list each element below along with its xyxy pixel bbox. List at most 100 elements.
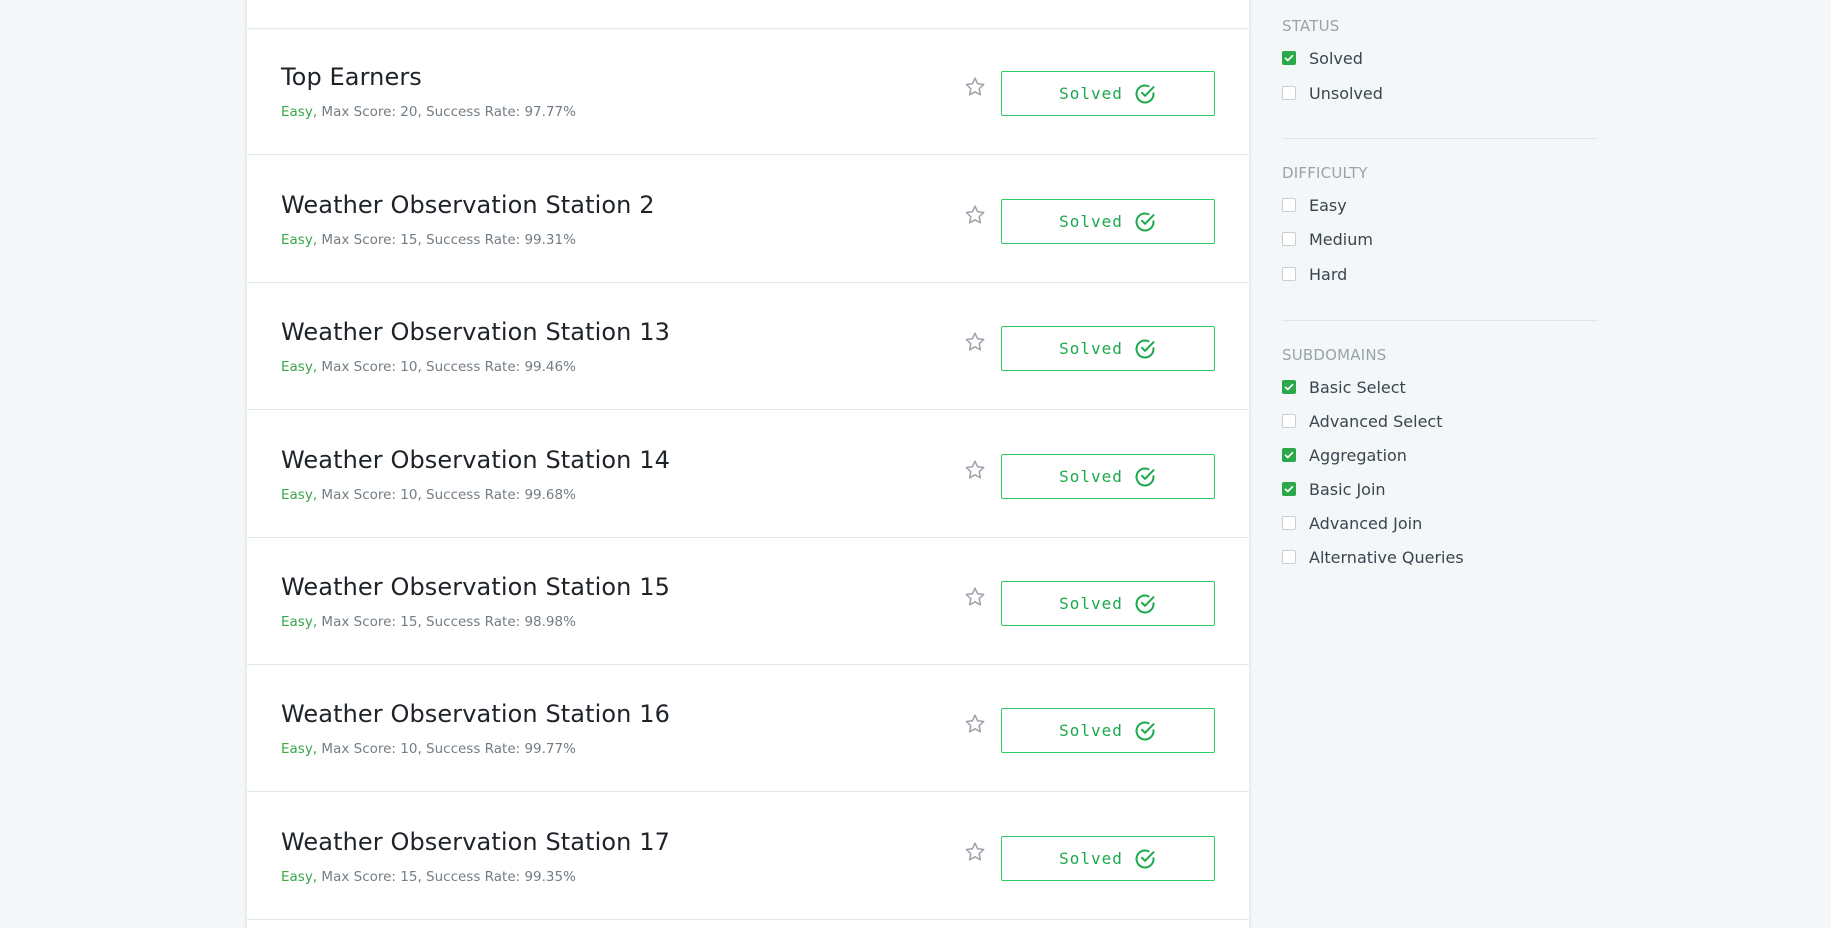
filter-option-label: Solved: [1309, 48, 1363, 68]
checkmark-icon: [1284, 485, 1294, 493]
solved-button[interactable]: Solved: [1001, 454, 1215, 499]
challenge-list: Top Earners Easy, Max Score: 20, Success …: [246, 0, 1250, 928]
checkbox[interactable]: [1282, 550, 1296, 564]
star-icon: [965, 332, 985, 351]
star-icon: [965, 205, 985, 224]
solved-label: Solved: [1059, 594, 1123, 613]
challenge-meta: Easy, Max Score: 10, Success Rate: 99.46…: [281, 359, 576, 375]
star-icon: [965, 77, 985, 96]
filter-option-basic-select[interactable]: Basic Select: [1282, 376, 1406, 398]
score-success-text: Max Score: 20, Success Rate: 97.77%: [321, 104, 576, 120]
checkbox[interactable]: [1282, 198, 1296, 212]
check-circle-icon: [1135, 721, 1155, 740]
checkbox[interactable]: [1282, 482, 1296, 496]
challenge-title[interactable]: Weather Observation Station 14: [281, 446, 670, 474]
bookmark-star-button[interactable]: [963, 712, 987, 736]
score-success-text: Max Score: 10, Success Rate: 99.68%: [321, 487, 576, 503]
challenge-title[interactable]: Weather Observation Station 13: [281, 318, 670, 346]
bookmark-star-button[interactable]: [963, 585, 987, 609]
difficulty-label: Easy,: [281, 359, 318, 375]
challenge-title[interactable]: Top Earners: [281, 63, 422, 91]
solved-button[interactable]: Solved: [1001, 836, 1215, 881]
solved-button[interactable]: Solved: [1001, 581, 1215, 626]
challenge-meta: Easy, Max Score: 20, Success Rate: 97.77…: [281, 104, 576, 120]
bookmark-star-button[interactable]: [963, 75, 987, 99]
status-filter-title: STATUS: [1282, 17, 1340, 35]
score-success-text: Max Score: 15, Success Rate: 99.31%: [321, 232, 576, 248]
check-circle-icon: [1135, 467, 1155, 486]
section-divider: [1282, 320, 1598, 321]
challenge-title[interactable]: Weather Observation Station 15: [281, 573, 670, 601]
challenge-card: Weather Observation Station 17 Easy, Max …: [247, 794, 1249, 920]
solved-button[interactable]: Solved: [1001, 326, 1215, 371]
score-success-text: Max Score: 15, Success Rate: 99.35%: [321, 869, 576, 885]
filter-option-hard[interactable]: Hard: [1282, 263, 1347, 285]
solved-label: Solved: [1059, 849, 1123, 868]
checkbox[interactable]: [1282, 86, 1296, 100]
difficulty-label: Easy,: [281, 869, 318, 885]
section-divider: [1282, 138, 1598, 139]
star-icon: [965, 460, 985, 479]
challenge-meta: Easy, Max Score: 10, Success Rate: 99.77…: [281, 741, 576, 757]
star-icon: [965, 842, 985, 861]
solved-label: Solved: [1059, 84, 1123, 103]
star-icon: [965, 714, 985, 733]
difficulty-filter-title: DIFFICULTY: [1282, 164, 1368, 182]
check-circle-icon: [1135, 212, 1155, 231]
filter-option-alternative-queries[interactable]: Alternative Queries: [1282, 546, 1464, 568]
checkmark-icon: [1284, 383, 1294, 391]
previous-card-edge: [247, 0, 1249, 29]
filter-option-easy[interactable]: Easy: [1282, 194, 1347, 216]
filter-option-label: Basic Select: [1309, 377, 1406, 397]
challenge-card: Weather Observation Station 16 Easy, Max …: [247, 666, 1249, 792]
checkbox[interactable]: [1282, 267, 1296, 281]
bookmark-star-button[interactable]: [963, 330, 987, 354]
filter-option-label: Alternative Queries: [1309, 547, 1464, 567]
challenge-meta: Easy, Max Score: 10, Success Rate: 99.68…: [281, 487, 576, 503]
bookmark-star-button[interactable]: [963, 458, 987, 482]
check-circle-icon: [1135, 849, 1155, 868]
challenge-meta: Easy, Max Score: 15, Success Rate: 99.31…: [281, 232, 576, 248]
filter-option-basic-join[interactable]: Basic Join: [1282, 478, 1386, 500]
challenge-card: Weather Observation Station 2 Easy, Max S…: [247, 157, 1249, 283]
challenge-title[interactable]: Weather Observation Station 17: [281, 828, 670, 856]
filter-option-label: Easy: [1309, 195, 1347, 215]
checkbox[interactable]: [1282, 448, 1296, 462]
solved-label: Solved: [1059, 721, 1123, 740]
filter-option-aggregation[interactable]: Aggregation: [1282, 444, 1407, 466]
solved-button[interactable]: Solved: [1001, 71, 1215, 116]
challenge-title[interactable]: Weather Observation Station 16: [281, 700, 670, 728]
solved-button[interactable]: Solved: [1001, 199, 1215, 244]
check-circle-icon: [1135, 594, 1155, 613]
filter-option-advanced-select[interactable]: Advanced Select: [1282, 410, 1442, 432]
challenge-title[interactable]: Weather Observation Station 2: [281, 191, 655, 219]
filter-option-label: Aggregation: [1309, 445, 1407, 465]
checkbox[interactable]: [1282, 51, 1296, 65]
score-success-text: Max Score: 15, Success Rate: 98.98%: [321, 614, 576, 630]
challenge-card: Weather Observation Station 14 Easy, Max …: [247, 412, 1249, 538]
challenge-card: Weather Observation Station 13 Easy, Max …: [247, 284, 1249, 410]
filter-option-unsolved[interactable]: Unsolved: [1282, 82, 1383, 104]
checkbox[interactable]: [1282, 232, 1296, 246]
difficulty-label: Easy,: [281, 104, 318, 120]
difficulty-label: Easy,: [281, 487, 318, 503]
checkbox[interactable]: [1282, 380, 1296, 394]
check-circle-icon: [1135, 84, 1155, 103]
score-success-text: Max Score: 10, Success Rate: 99.46%: [321, 359, 576, 375]
filter-option-advanced-join[interactable]: Advanced Join: [1282, 512, 1422, 534]
solved-label: Solved: [1059, 339, 1123, 358]
difficulty-label: Easy,: [281, 614, 318, 630]
filter-option-solved[interactable]: Solved: [1282, 47, 1363, 69]
bookmark-star-button[interactable]: [963, 203, 987, 227]
check-circle-icon: [1135, 339, 1155, 358]
difficulty-label: Easy,: [281, 232, 318, 248]
subdomains-filter-title: SUBDOMAINS: [1282, 346, 1387, 364]
filter-option-label: Advanced Join: [1309, 513, 1423, 533]
filter-option-medium[interactable]: Medium: [1282, 228, 1373, 250]
checkmark-icon: [1284, 54, 1294, 62]
bookmark-star-button[interactable]: [963, 840, 987, 864]
solved-button[interactable]: Solved: [1001, 708, 1215, 753]
checkbox[interactable]: [1282, 516, 1296, 530]
filter-option-label: Basic Join: [1309, 479, 1386, 499]
checkbox[interactable]: [1282, 414, 1296, 428]
